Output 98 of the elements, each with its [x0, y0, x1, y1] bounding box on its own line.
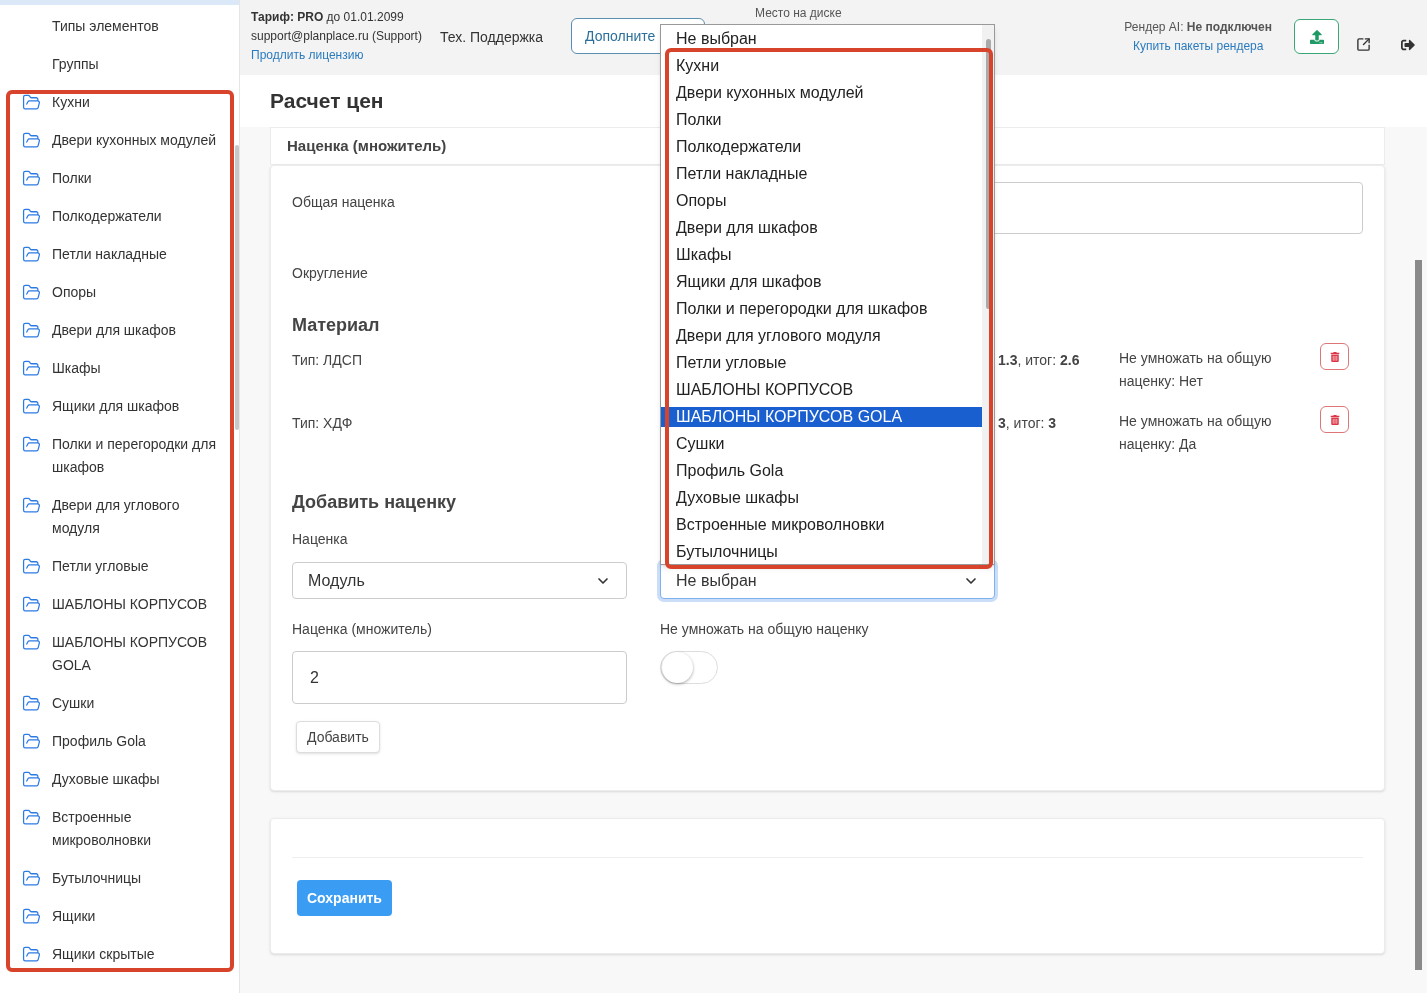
dropdown-option[interactable]: ШАБЛОНЫ КОРПУСОВ GOLA	[661, 406, 982, 427]
dropdown-option[interactable]: Шкафы	[661, 244, 982, 265]
folder-icon	[22, 169, 41, 188]
delete-button[interactable]	[1320, 406, 1349, 433]
dropdown-option[interactable]: ШАБЛОНЫ КОРПУСОВ	[661, 379, 982, 400]
sidebar-item[interactable]: Полкодержатели	[52, 197, 224, 235]
sidebar-item[interactable]: Петли угловые	[52, 547, 224, 585]
page-title: Расчет цен	[270, 88, 384, 115]
dropdown-option[interactable]: Петли накладные	[661, 163, 982, 184]
dropdown-option[interactable]: Петли угловые	[661, 352, 982, 373]
dropdown-option[interactable]: Встроенные микроволновки	[661, 514, 982, 535]
folder-icon	[22, 633, 41, 652]
dropdown-option[interactable]: Двери для шкафов	[661, 217, 982, 238]
add-button[interactable]: Добавить	[296, 721, 380, 753]
sidebar-item[interactable]: Группы	[52, 45, 224, 83]
dropdown-option[interactable]: Бутылочницы	[661, 541, 982, 562]
folder-icon	[22, 397, 41, 416]
no-multiply-note: Не умножать на общую наценку: Да	[1119, 412, 1273, 454]
sidebar-item[interactable]: Типы элементов	[52, 7, 224, 45]
field-label: Наценка	[292, 530, 349, 549]
folder-icon	[22, 694, 41, 713]
scrollbar[interactable]	[1415, 260, 1422, 970]
support-link[interactable]: Тех. Поддержка	[440, 27, 544, 48]
section-title: Добавить наценку	[292, 491, 457, 514]
tariff-text: Тариф: PRO до 01.01.2099	[251, 9, 405, 26]
folder-icon	[22, 131, 41, 150]
dropdown-option[interactable]: Духовые шкафы	[661, 487, 982, 508]
field-label: Общая наценка	[292, 193, 396, 212]
renew-link[interactable]: Продлить лицензию	[251, 46, 437, 65]
folder-icon	[22, 283, 41, 302]
sidebar-item[interactable]: Петли накладные	[52, 235, 224, 273]
folder-icon	[22, 435, 41, 454]
sidebar-item[interactable]: Бутылочницы	[52, 859, 224, 897]
folder-icon	[22, 321, 41, 340]
section-title: Материал	[292, 314, 380, 337]
folder-icon	[22, 595, 41, 614]
folder-icon	[22, 245, 41, 264]
sidebar-item[interactable]: Шкафы	[52, 349, 224, 387]
logout-icon[interactable]	[1401, 38, 1415, 52]
account-email: support@planplace.ru (Support)	[251, 28, 423, 45]
dropdown-option[interactable]: Кухни	[661, 55, 982, 76]
folder-icon	[22, 808, 41, 827]
sidebar-item[interactable]: Двери для шкафов	[52, 311, 224, 349]
material-type: Тип: ХДФ	[292, 414, 354, 433]
dropdown-option[interactable]: Полки и перегородки для шкафов	[661, 298, 982, 319]
dropdown-option[interactable]: Профиль Gola	[661, 460, 982, 481]
field-label: Не умножать на общую наценку	[660, 620, 870, 639]
folder-icon	[22, 359, 41, 378]
folder-icon	[22, 907, 41, 926]
sidebar-item[interactable]: Встроенные микроволновки	[52, 798, 224, 859]
folder-icon	[22, 945, 41, 964]
scrollbar[interactable]	[235, 145, 239, 430]
trash-icon	[1329, 351, 1340, 362]
toggle-switch[interactable]	[660, 651, 718, 684]
no-multiply-note: Не умножать на общую наценку: Нет	[1119, 349, 1273, 391]
folder-icon	[22, 770, 41, 789]
sidebar-item[interactable]: Двери для углового модуля	[52, 486, 224, 547]
field-label: Округление	[292, 265, 368, 281]
sidebar-item[interactable]: Кухни	[52, 83, 224, 121]
field-label: Наценка (множитель)	[292, 620, 433, 639]
dropdown-option[interactable]: Сушки	[661, 433, 982, 454]
sidebar-item[interactable]: Ящики скрытые	[52, 935, 224, 973]
sidebar-item[interactable]: ШАБЛОНЫ КОРПУСОВ GOLA	[52, 623, 224, 684]
upload-icon	[1309, 29, 1324, 44]
markup-result: 1.3, итог: 2.6	[998, 351, 1081, 370]
delete-button[interactable]	[1320, 343, 1349, 370]
sidebar-item[interactable]: Опоры	[52, 273, 224, 311]
folder-icon	[22, 207, 41, 226]
material-type: Тип: ЛДСП	[292, 351, 363, 370]
sidebar-item[interactable]: Ящики для шкафов	[52, 387, 224, 425]
sidebar-item[interactable]: Сушки	[52, 684, 224, 722]
sidebar-item[interactable]: Профиль Gola	[52, 722, 224, 760]
multiplier-input[interactable]: 2	[292, 651, 627, 704]
folder-icon	[22, 732, 41, 751]
markup-select[interactable]: Модуль	[292, 562, 627, 599]
dropdown-option[interactable]: Полкодержатели	[661, 136, 982, 157]
dropdown-option[interactable]: Ящики для шкафов	[661, 271, 982, 292]
sidebar-item[interactable]: Полки	[52, 159, 224, 197]
render-status: Рендер AI: Не подключен	[1124, 19, 1272, 36]
folder-icon	[22, 869, 41, 888]
sidebar-item[interactable]: Ящики	[52, 897, 224, 935]
trash-icon	[1329, 414, 1340, 425]
folder-icon	[22, 496, 41, 515]
dropdown-option[interactable]: Опоры	[661, 190, 982, 211]
dropdown-option[interactable]: Двери для углового модуля	[661, 325, 982, 346]
external-link-icon[interactable]	[1356, 37, 1371, 52]
folder-icon	[22, 557, 41, 576]
disk-label: Место на диске	[755, 6, 842, 20]
sidebar-item[interactable]: Полки и перегородки для шкафов	[52, 425, 224, 486]
upload-button[interactable]	[1294, 19, 1339, 54]
sidebar-item[interactable]: Двери кухонных модулей	[52, 121, 224, 159]
sidebar-item[interactable]: ШАБЛОНЫ КОРПУСОВ	[52, 585, 224, 623]
sidebar-item[interactable]: Духовые шкафы	[52, 760, 224, 798]
render-packages-link[interactable]: Купить пакеты рендера	[1132, 37, 1264, 56]
folder-icon	[22, 93, 41, 112]
dropdown-option[interactable]: Полки	[661, 109, 982, 130]
markup-result: 3, итог: 3	[998, 414, 1058, 433]
dropdown-option[interactable]: Двери кухонных модулей	[661, 82, 982, 103]
